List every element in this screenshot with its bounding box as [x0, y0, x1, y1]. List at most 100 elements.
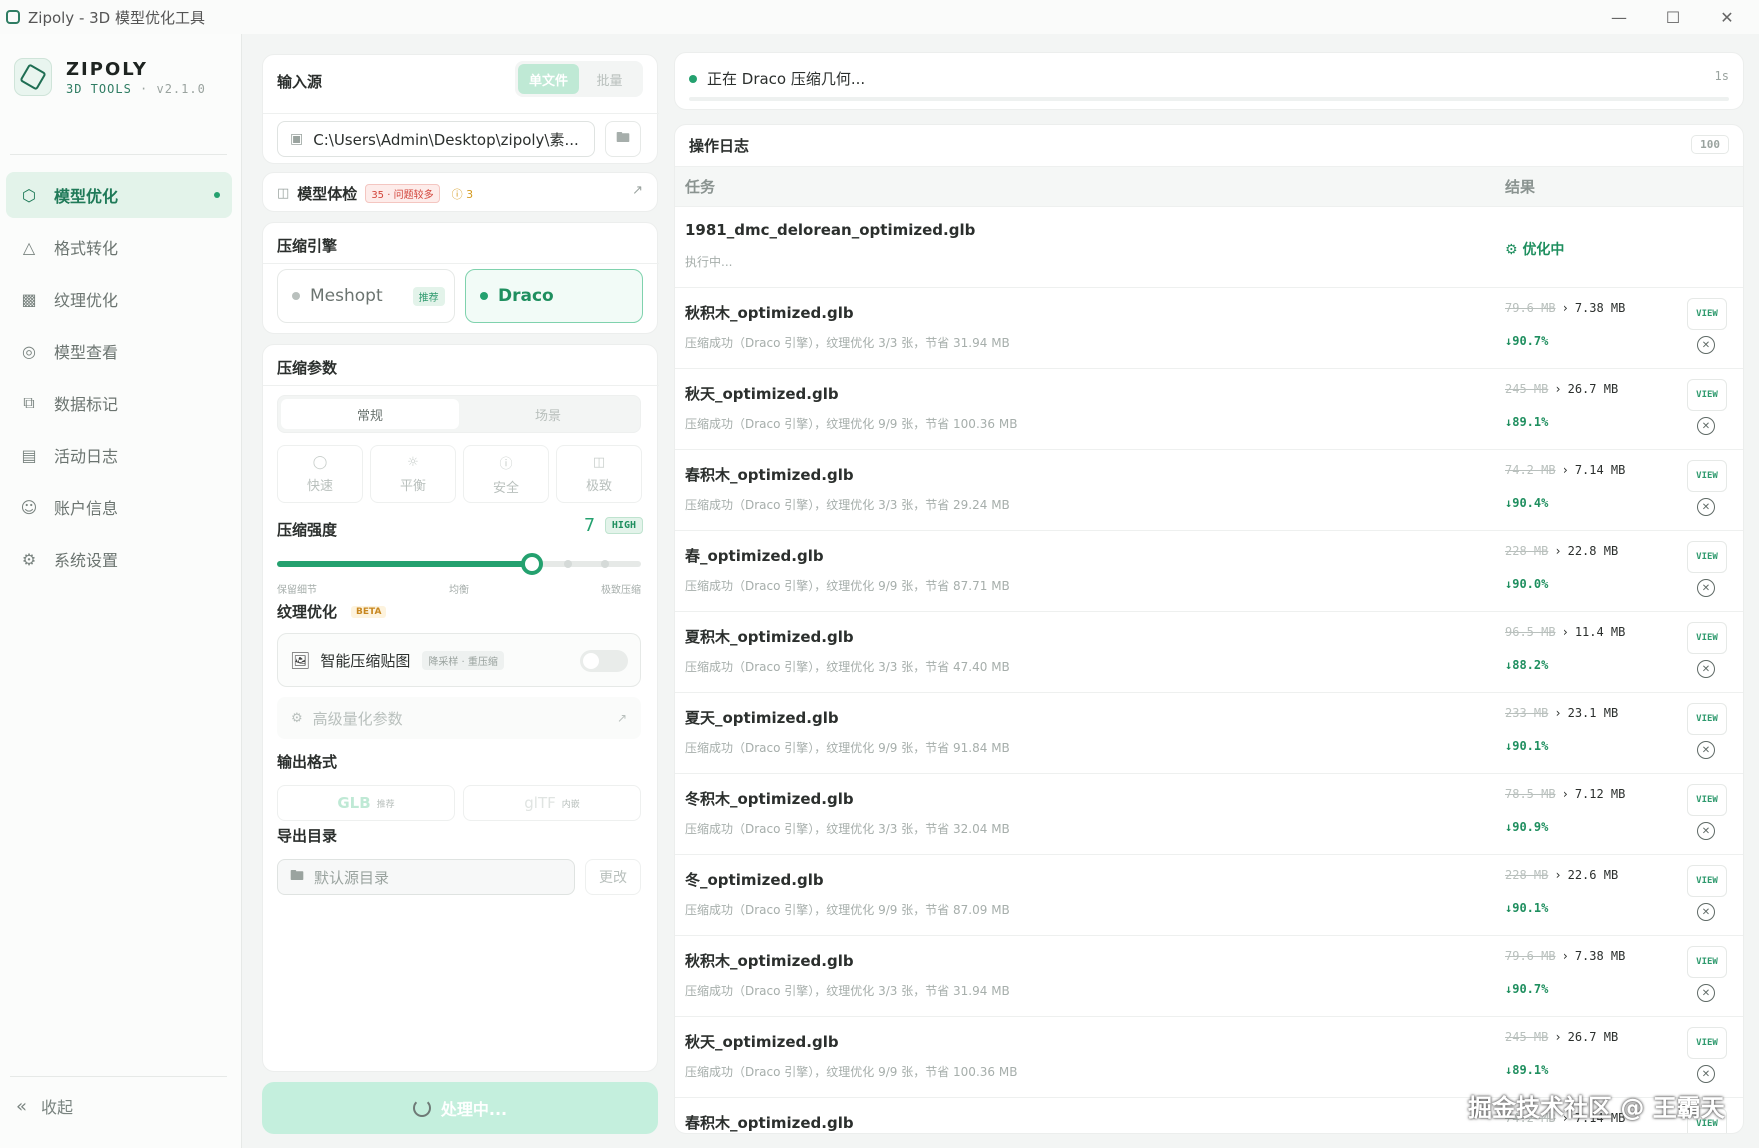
mode-single-button[interactable]: 单文件 — [518, 64, 579, 94]
sidebar-item-2[interactable]: ▩ 纹理优化 — [6, 276, 232, 322]
brand-logo-icon — [14, 58, 52, 96]
task-name: 春_optimized.glb — [685, 547, 824, 565]
collapse-button[interactable]: « 收起 — [16, 1094, 73, 1118]
view-button[interactable]: VIEW — [1687, 622, 1727, 654]
remove-icon[interactable]: ✕ — [1697, 417, 1715, 435]
size-change: 228 MB › 22.6 MB — [1505, 868, 1619, 882]
sidebar-item-4[interactable]: ⧉ 数据标记 — [6, 380, 232, 426]
size-change: 79.6 MB › 7.38 MB — [1505, 949, 1626, 963]
reduction-percent: ↓89.1% — [1505, 415, 1549, 429]
sidebar-item-3[interactable]: ◎ 模型查看 — [6, 328, 232, 374]
remove-icon[interactable]: ✕ — [1697, 741, 1715, 759]
view-button[interactable]: VIEW — [1687, 865, 1727, 897]
view-button[interactable]: VIEW — [1687, 379, 1727, 411]
remove-icon[interactable]: ✕ — [1697, 660, 1715, 678]
view-button[interactable]: VIEW — [1687, 298, 1727, 330]
close-icon[interactable]: ✕ — [1700, 0, 1754, 34]
engine-meshopt-option[interactable]: Meshopt 推荐 — [277, 269, 455, 323]
warning-count: ⓘ 3 — [451, 187, 474, 201]
view-button[interactable]: VIEW — [1687, 703, 1727, 735]
inspection-card[interactable]: ◫ 模型体检 35 · 问题较多 ⓘ 3 ↗ — [262, 172, 658, 212]
remove-icon[interactable]: ✕ — [1697, 903, 1715, 921]
browse-folder-button[interactable]: 🖿 — [605, 121, 641, 157]
beta-tag: BETA — [351, 605, 387, 618]
sidebar-item-label: 活动日志 — [54, 447, 119, 466]
log-row: 秋天_optimized.glb 压缩成功（Draco 引擎），纹理优化 9/9 … — [675, 1017, 1743, 1098]
mode-batch-button[interactable]: 批量 — [579, 64, 640, 94]
file-icon: ▣ — [290, 131, 304, 147]
format-glb-button[interactable]: GLB 推荐 — [277, 785, 455, 821]
input-source-card: 输入源 单文件 批量 ▣ C:\Users\Admin\Desktop\zipo… — [262, 54, 659, 164]
preset-button-3[interactable]: ◫ 极致 — [556, 445, 642, 503]
log-icon: ▤ — [21, 445, 37, 465]
remove-icon[interactable]: ✕ — [1697, 822, 1715, 840]
task-detail: 压缩成功（Draco 引擎），纹理优化 3/3 张，节省 31.94 MB — [685, 336, 1010, 350]
maximize-icon[interactable]: ☐ — [1646, 0, 1700, 34]
sidebar-item-6[interactable]: ☺ 账户信息 — [6, 484, 232, 530]
task-detail: 压缩成功（Draco 引擎），纹理优化 3/3 张，节省 32.04 MB — [685, 822, 1010, 836]
export-dir-input[interactable]: 🖿 默认源目录 — [277, 859, 575, 895]
sidebar-item-0[interactable]: ⬡ 模型优化 — [6, 172, 232, 218]
engine-draco-option[interactable]: Draco — [465, 269, 643, 323]
log-row: 秋积木_optimized.glb 压缩成功（Draco 引擎），纹理优化 3/3… — [675, 936, 1743, 1017]
view-button[interactable]: VIEW — [1687, 1027, 1727, 1059]
preset-button-2[interactable]: ⓘ 安全 — [463, 445, 549, 503]
change-dir-button[interactable]: 更改 — [585, 859, 641, 895]
log-row: 夏天_optimized.glb 压缩成功（Draco 引擎），纹理优化 9/9 … — [675, 693, 1743, 774]
log-row: 秋天_optimized.glb 压缩成功（Draco 引擎），纹理优化 9/9 … — [675, 369, 1743, 450]
sidebar-item-1[interactable]: △ 格式转化 — [6, 224, 232, 270]
log-column-header: 任务 结果 — [675, 167, 1743, 207]
size-change: 78.5 MB › 7.12 MB — [1505, 787, 1626, 801]
reduction-percent: ↓90.4% — [1505, 496, 1549, 510]
preset-button-1[interactable]: ☼ 平衡 — [370, 445, 456, 503]
format-gltf-button[interactable]: glTF 内嵌 — [463, 785, 641, 821]
3d-icon: △ — [22, 237, 36, 257]
reduction-percent: ↓90.7% — [1505, 982, 1549, 996]
view-button[interactable]: VIEW — [1687, 784, 1727, 816]
remove-icon[interactable]: ✕ — [1697, 579, 1715, 597]
output-format-label: 输出格式 — [277, 753, 338, 771]
task-name: 夏天_optimized.glb — [685, 709, 839, 727]
advanced-quantization-button[interactable]: ⚙ 高级量化参数 ↗ — [277, 697, 641, 739]
tag-icon: ⧉ — [23, 393, 35, 412]
remove-icon[interactable]: ✕ — [1697, 984, 1715, 1002]
checker-icon: ▩ — [21, 289, 37, 309]
process-button[interactable]: 处理中... — [262, 1082, 658, 1134]
remove-icon[interactable]: ✕ — [1697, 336, 1715, 354]
sidebar-item-5[interactable]: ▤ 活动日志 — [6, 432, 232, 478]
card-divider — [263, 263, 659, 264]
minimize-icon[interactable]: — — [1592, 0, 1646, 34]
view-button[interactable]: VIEW — [1687, 460, 1727, 492]
external-arrow-icon: ↗ — [616, 711, 627, 725]
status-bar: 正在 Draco 压缩几何... 1s — [674, 52, 1744, 110]
inspection-title: 模型体检 — [297, 185, 358, 203]
sidebar-divider-bottom — [10, 1076, 227, 1077]
path-input[interactable]: ▣ C:\Users\Admin\Desktop\zipoly\素... — [277, 121, 595, 157]
smart-texture-toggle[interactable] — [580, 650, 628, 672]
task-name: 冬_optimized.glb — [685, 871, 824, 889]
log-row: 1981_dmc_delorean_optimized.glb 执行中... ⚙ 优… — [675, 207, 1743, 288]
task-detail: 压缩成功（Draco 引擎），纹理优化 9/9 张，节省 91.84 MB — [685, 741, 1010, 755]
expand-arrow-icon[interactable]: ↗ — [632, 183, 643, 198]
sidebar-item-7[interactable]: ⚙ 系统设置 — [6, 536, 232, 582]
view-button[interactable]: VIEW — [1687, 541, 1727, 573]
operation-log: 操作日志 100 任务 结果 1981_dmc_delorean_optimiz… — [674, 124, 1744, 1134]
engine-title: 压缩引擎 — [277, 237, 338, 255]
log-row: 秋积木_optimized.glb 压缩成功（Draco 引擎），纹理优化 3/3… — [675, 288, 1743, 369]
user-icon: ☺ — [20, 497, 38, 517]
strength-slider[interactable] — [277, 553, 641, 575]
reduction-percent: ↓88.2% — [1505, 658, 1549, 672]
tab-scene[interactable]: 场景 — [459, 399, 637, 429]
strength-value: 7 — [584, 515, 595, 536]
engine-card: 压缩引擎 Meshopt 推荐 Draco — [262, 222, 659, 334]
log-row: 夏积木_optimized.glb 压缩成功（Draco 引擎），纹理优化 3/3… — [675, 612, 1743, 693]
tab-normal[interactable]: 常规 — [281, 399, 459, 429]
task-detail: 执行中... — [685, 255, 733, 269]
remove-icon[interactable]: ✕ — [1697, 498, 1715, 516]
slider-handle[interactable] — [520, 553, 543, 575]
preset-button-0[interactable]: ◯ 快速 — [277, 445, 363, 503]
remove-icon[interactable]: ✕ — [1697, 1065, 1715, 1083]
view-button[interactable]: VIEW — [1687, 946, 1727, 978]
sidebar-item-label: 系统设置 — [54, 551, 119, 570]
image-icon: 🖼 — [290, 650, 311, 670]
